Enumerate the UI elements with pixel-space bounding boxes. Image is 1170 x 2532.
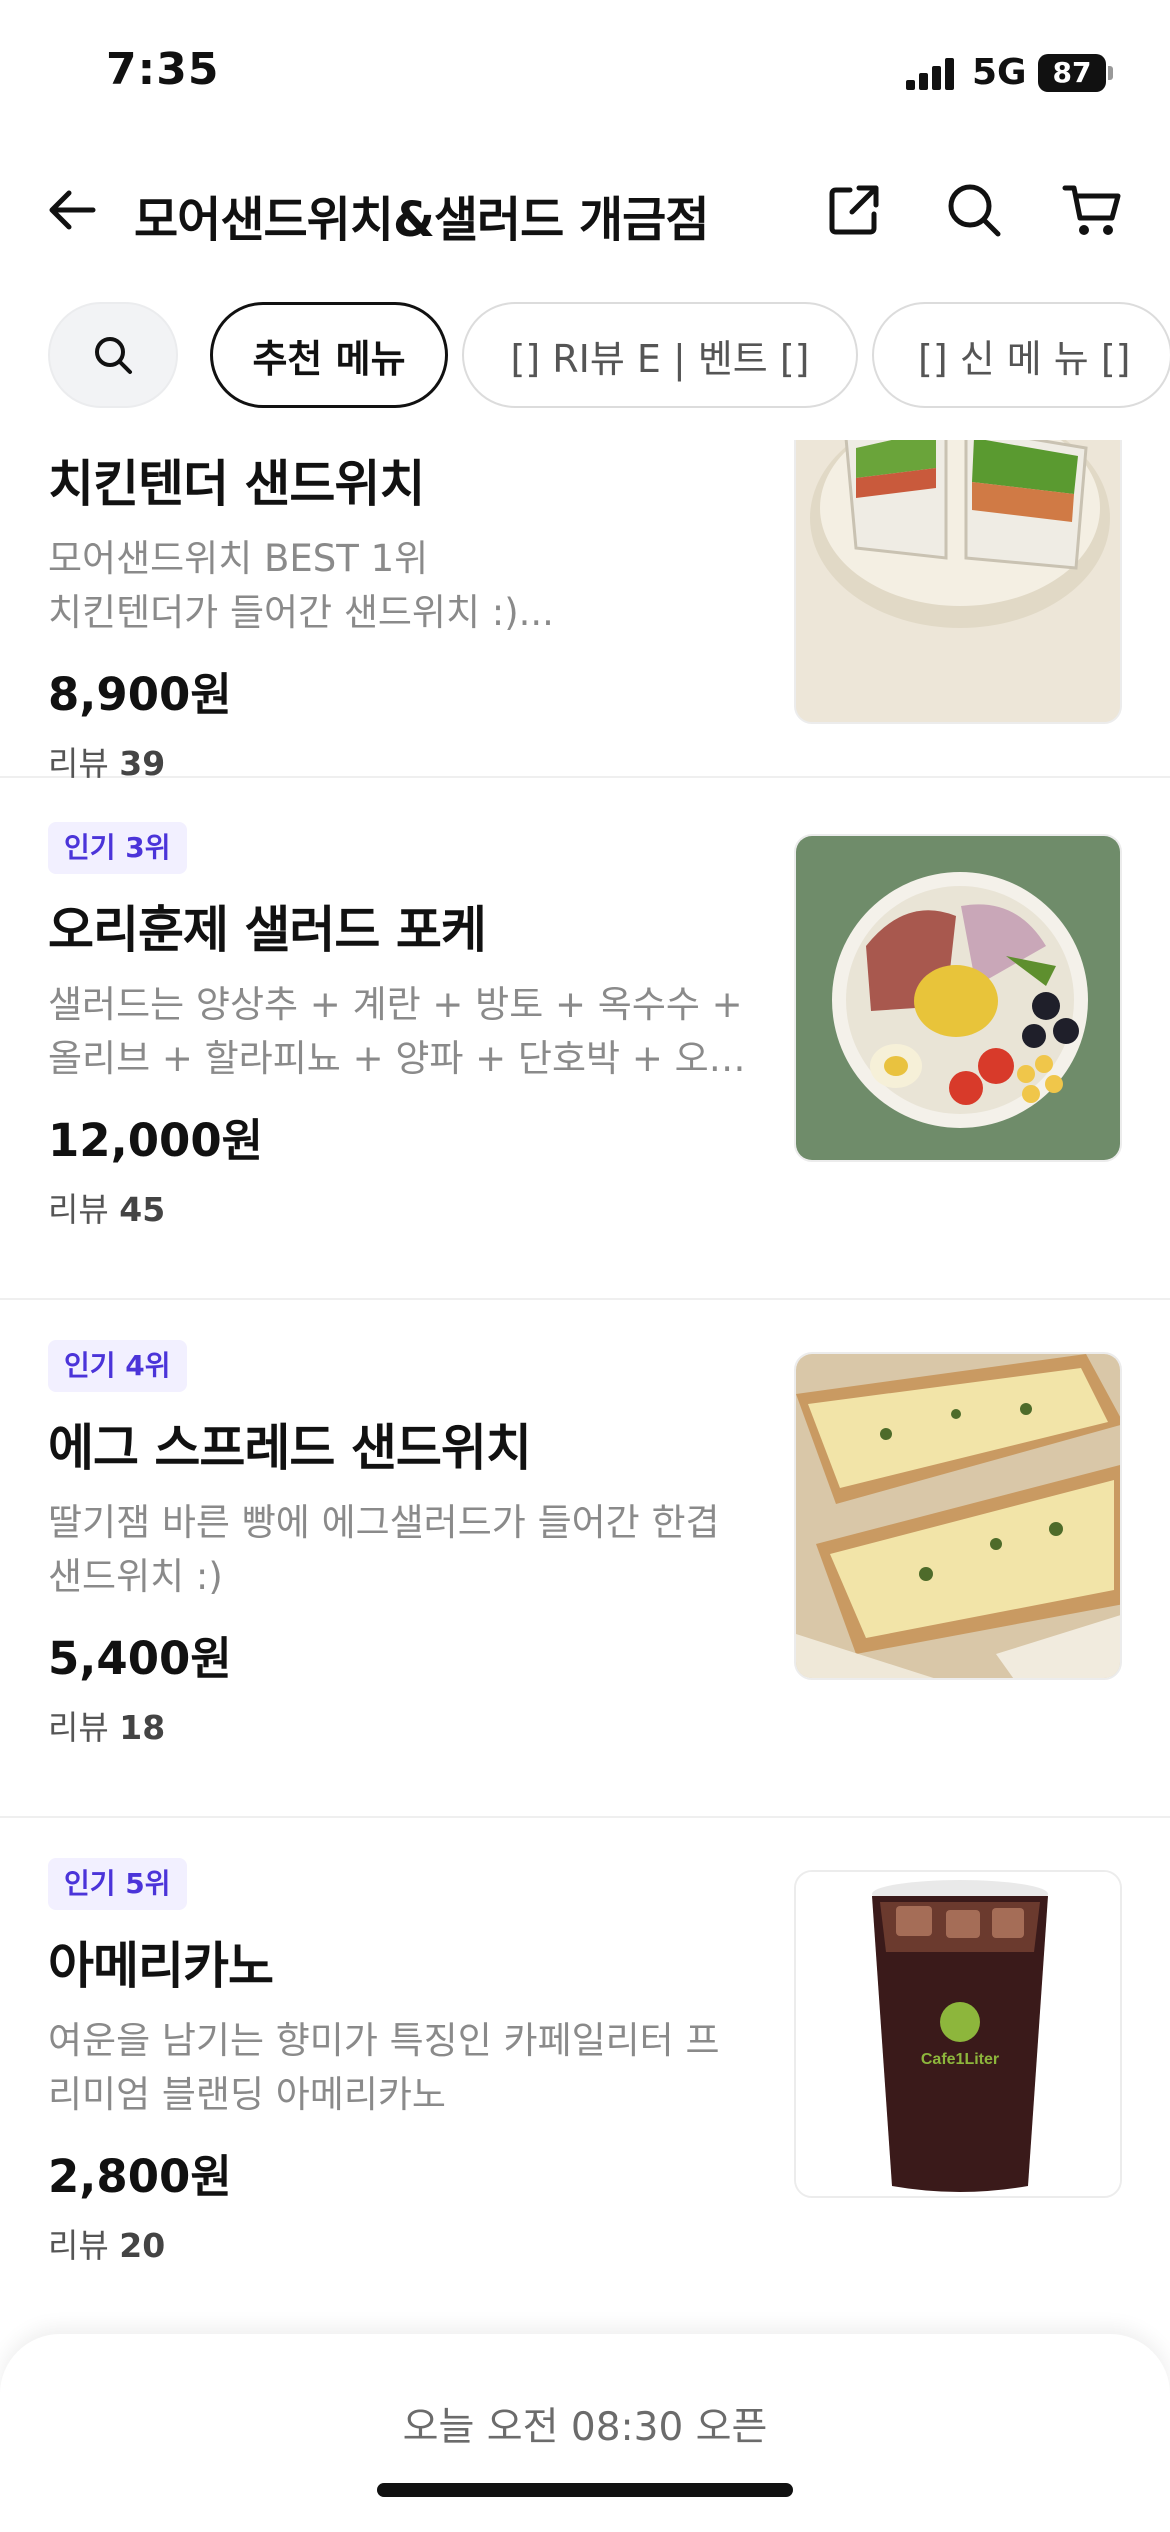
store-header: 모어샌드위치&샐러드 개금점 <box>0 160 1170 260</box>
iced-americano-image: Cafe1Liter <box>796 1872 1120 2196</box>
item-name: 오리훈제 샐러드 포케 <box>48 901 487 959</box>
item-desc: 샐러드는 양상추 + 계란 + 방토 + 옥수수 + 올리브 + 할라피뇨 + … <box>48 983 768 1080</box>
status-time: 7:35 <box>106 44 220 95</box>
network-label: 5G <box>972 52 1027 93</box>
open-time-text: 오늘 오전 08:30 오픈 <box>402 2405 768 2450</box>
cart-button[interactable] <box>1060 178 1124 242</box>
item-review: 리뷰 39 <box>48 744 166 783</box>
store-title: 모어샌드위치&샐러드 개금점 <box>134 192 709 248</box>
search-button[interactable] <box>942 178 1006 242</box>
rank-badge: 인기 3위 <box>48 822 187 874</box>
menu-item[interactable]: 인기 4위 에그 스프레드 샌드위치 딸기잼 바른 빵에 에그샐러드가 들어간 … <box>0 1300 1170 1818</box>
item-name: 에그 스프레드 샌드위치 <box>48 1419 532 1477</box>
item-review: 리뷰 20 <box>48 2226 166 2265</box>
cup-logo-text: Cafe1Liter <box>921 2051 999 2068</box>
menu-item[interactable]: 인기 5위 아메리카노 여운을 남기는 향미가 특징인 카페일리터 프 리미엄 … <box>0 1818 1170 2336</box>
bottom-bar: 오늘 오전 08:30 오픈 <box>0 2334 1170 2532</box>
chip-new-menu[interactable]: [] 신 메 뉴 [] <box>872 302 1170 408</box>
sandwich-wrap-image <box>796 440 1120 722</box>
item-price: 8,900원 <box>48 668 232 721</box>
egg-sandwich-image <box>796 1354 1120 1678</box>
home-indicator[interactable] <box>377 2483 793 2497</box>
chip-recommended[interactable]: 추천 메뉴 <box>210 302 448 408</box>
item-image: Cafe1Liter <box>794 1870 1122 2198</box>
item-review: 리뷰 45 <box>48 1190 166 1229</box>
salad-poke-image <box>796 836 1120 1160</box>
item-desc: 딸기잼 바른 빵에 에그샐러드가 들어간 한겹 샌드위치 :) <box>48 1501 720 1598</box>
status-bar: 7:35 5G 87 <box>0 0 1170 140</box>
back-button[interactable] <box>40 178 104 242</box>
cart-icon <box>1062 185 1121 235</box>
item-image <box>794 440 1122 724</box>
back-arrow-icon <box>49 190 96 230</box>
item-price: 12,000원 <box>48 1114 264 1167</box>
item-price: 5,400원 <box>48 1632 232 1685</box>
menu-search-chip[interactable] <box>48 302 178 408</box>
category-chips: 추천 메뉴 [] RI뷰 E | 벤트 [] [] 신 메 뉴 [] <box>0 300 1170 412</box>
signal-icon <box>906 58 954 90</box>
rank-badge: 인기 5위 <box>48 1858 187 1910</box>
share-icon <box>829 185 879 235</box>
item-desc: 모어샌드위치 BEST 1위 치킨텐더가 들어간 샌드위치 :)... <box>48 537 554 634</box>
battery-cap <box>1108 66 1113 80</box>
rank-badge: 인기 4위 <box>48 1340 187 1392</box>
item-image <box>794 1352 1122 1680</box>
item-desc: 여운을 남기는 향미가 특징인 카페일리터 프 리미엄 블랜딩 아메리카노 <box>48 2019 720 2116</box>
item-price: 2,800원 <box>48 2150 232 2203</box>
item-review: 리뷰 18 <box>48 1708 166 1747</box>
item-name: 치킨텐더 샌드위치 <box>48 455 425 513</box>
battery-icon: 87 <box>1038 54 1106 92</box>
chip-review-event[interactable]: [] RI뷰 E | 벤트 [] <box>462 302 858 408</box>
item-image <box>794 834 1122 1162</box>
menu-item[interactable]: 인기 3위 오리훈제 샐러드 포케 샐러드는 양상추 + 계란 + 방토 + 옥… <box>0 782 1170 1300</box>
search-icon <box>948 184 1001 237</box>
search-icon <box>95 337 132 374</box>
menu-list: 치킨텐더 샌드위치 모어샌드위치 BEST 1위 치킨텐더가 들어간 샌드위치 … <box>0 440 1170 2340</box>
item-name: 아메리카노 <box>48 1937 274 1995</box>
menu-item[interactable]: 치킨텐더 샌드위치 모어샌드위치 BEST 1위 치킨텐더가 들어간 샌드위치 … <box>0 440 1170 783</box>
share-button[interactable] <box>822 178 886 242</box>
